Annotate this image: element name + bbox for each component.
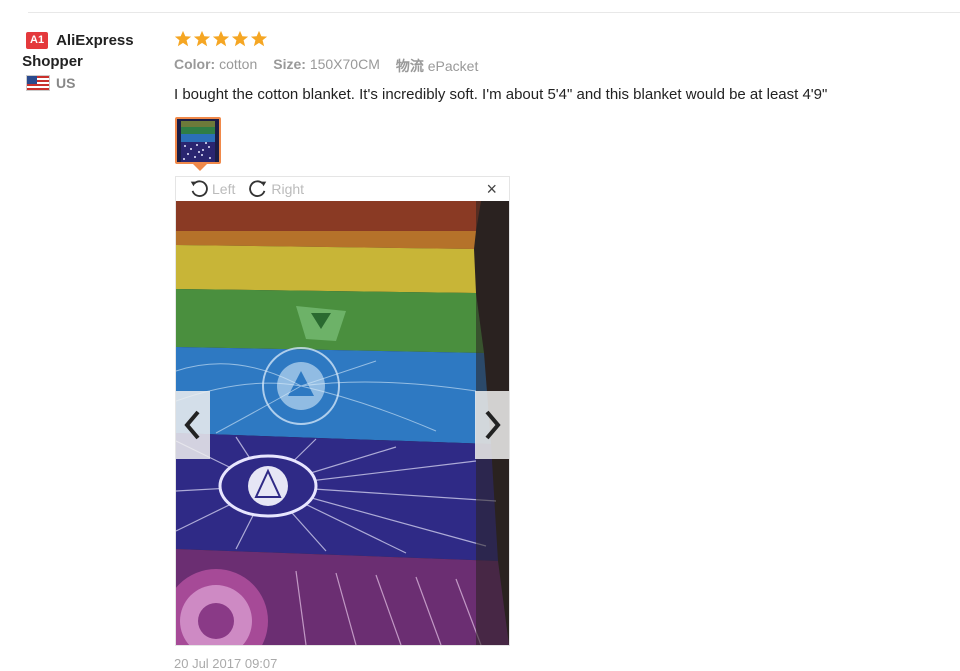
attr-shipping-label: 物流 [395,58,424,74]
star-icon [212,30,230,47]
review-photo [176,201,509,645]
review-body: Color: cotton Size: 150X70CM 物流 ePacket … [174,30,954,103]
next-photo-button[interactable] [475,391,509,459]
attr-color-label: Color: [174,56,216,72]
rotate-left-button[interactable]: Left [188,178,235,200]
review-text: I bought the cotton blanket. It's incred… [174,86,828,103]
review-photo-thumbnail[interactable] [175,117,221,164]
thumbnail-image [177,119,219,162]
review-date: 20 Jul 2017 09:07 [174,656,278,671]
attr-shipping: 物流 ePacket [396,56,478,76]
star-rating [174,30,954,48]
rotate-right-icon [249,180,267,197]
attr-color: Color: cotton [174,56,257,76]
reviewer-name-line2: Shopper [22,53,83,70]
star-icon [193,30,211,47]
reviewer-country: US [26,75,166,91]
rotate-right-label: Right [271,181,305,197]
chevron-right-icon [485,410,501,440]
order-attributes: Color: cotton Size: 150X70CM 物流 ePacket [174,56,954,76]
chevron-left-icon [184,410,200,440]
reviewer-info: A1 AliExpress Shopper US [22,30,166,91]
viewer-toolbar: Left Right × [176,177,509,201]
rotate-right-button[interactable]: Right [247,178,304,200]
country-code: US [56,75,76,91]
divider [28,12,960,13]
attr-color-value: cotton [219,56,258,72]
thumbnail-pointer [193,164,207,171]
level-badge: A1 [26,32,49,49]
star-icon [231,30,249,47]
attr-size-value: 150X70CM [309,56,380,72]
star-icon [174,30,192,47]
rotate-left-label: Left [212,181,236,197]
us-flag-icon [26,75,50,91]
close-viewer-button[interactable]: × [486,180,497,198]
photo-viewer: Left Right × [175,176,510,646]
reviewer-name-line1: AliExpress [56,32,134,49]
reviewer-name: AliExpress Shopper [22,30,134,72]
previous-photo-button[interactable] [176,391,210,459]
chakra-blanket-photo [176,201,509,645]
attr-size: Size: 150X70CM [273,56,380,76]
attr-size-label: Size: [273,56,306,72]
attr-shipping-value: ePacket [427,58,479,74]
rotate-left-icon [190,180,208,197]
star-icon [250,30,268,47]
